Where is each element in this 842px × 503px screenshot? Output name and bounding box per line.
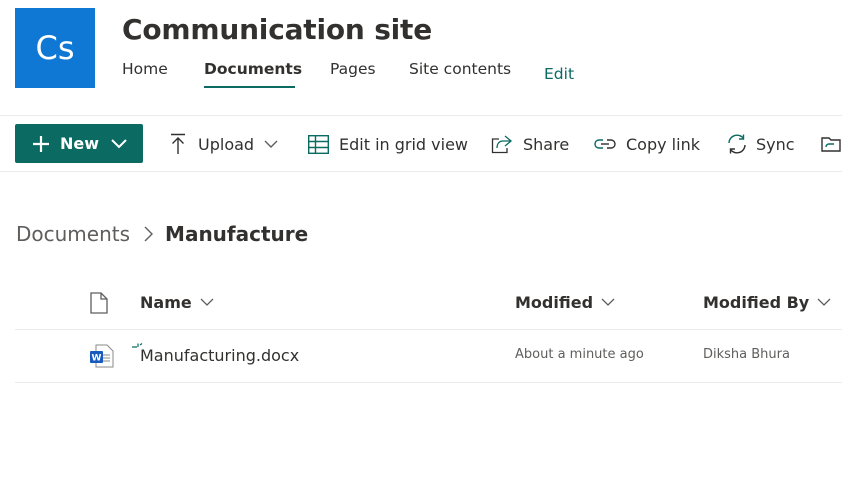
- column-header-name[interactable]: Name: [140, 293, 214, 312]
- site-logo[interactable]: Cs: [15, 8, 95, 88]
- header-divider: [0, 115, 842, 116]
- sync-button[interactable]: Sync: [726, 124, 795, 164]
- sync-icon: [728, 134, 746, 154]
- command-bar-divider: [0, 171, 842, 172]
- share-label: Share: [523, 134, 570, 154]
- column-header-modified[interactable]: Modified: [515, 293, 615, 312]
- nav-item-pages[interactable]: Pages: [330, 60, 376, 78]
- grid-icon: [308, 134, 329, 154]
- nav-active-indicator: [204, 86, 295, 88]
- share-button[interactable]: Share: [491, 124, 569, 164]
- column-modified-by-label: Modified By: [703, 293, 810, 312]
- breadcrumb-documents[interactable]: Documents: [16, 222, 130, 246]
- link-icon: [594, 139, 616, 149]
- overflow-command-button[interactable]: [820, 124, 842, 164]
- nav-edit-link[interactable]: Edit: [544, 65, 574, 83]
- file-type-column-icon[interactable]: [90, 292, 108, 319]
- chevron-down-icon: [601, 298, 615, 306]
- site-logo-initials: Cs: [35, 29, 75, 67]
- nav-item-documents[interactable]: Documents: [204, 60, 302, 78]
- new-button-label: New: [60, 134, 100, 153]
- upload-button[interactable]: Upload: [170, 124, 278, 164]
- list-item[interactable]: W Manufacturing.docx About a minute ago …: [15, 331, 842, 383]
- breadcrumb-current-folder: Manufacture: [165, 222, 309, 246]
- nav-item-home[interactable]: Home: [122, 60, 168, 78]
- edit-grid-view-button[interactable]: Edit in grid view: [308, 124, 468, 164]
- file-modified: About a minute ago: [515, 347, 644, 362]
- column-header-modified-by[interactable]: Modified By: [703, 293, 831, 312]
- chevron-right-icon: [144, 226, 154, 242]
- breadcrumb: Documents Manufacture: [16, 220, 308, 248]
- upload-icon: [171, 133, 185, 154]
- chevron-down-icon: [200, 298, 214, 306]
- file-modified-by[interactable]: Diksha Bhura: [703, 347, 790, 362]
- svg-text:W: W: [92, 354, 102, 364]
- copy-link-label: Copy link: [626, 134, 700, 154]
- onedrive-shortcut-icon: [821, 137, 841, 152]
- column-name-label: Name: [140, 293, 192, 312]
- copy-link-button[interactable]: Copy link: [594, 124, 700, 164]
- plus-icon: [33, 135, 49, 152]
- list-header: Name Modified Modified By: [15, 285, 842, 330]
- column-modified-label: Modified: [515, 293, 594, 312]
- share-icon: [491, 135, 512, 153]
- word-doc-icon: W: [90, 344, 114, 373]
- new-button[interactable]: New: [15, 124, 143, 163]
- site-title[interactable]: Communication site: [122, 13, 432, 46]
- edit-grid-view-label: Edit in grid view: [339, 134, 469, 154]
- file-name-link[interactable]: Manufacturing.docx: [140, 346, 299, 365]
- nav-item-site-contents[interactable]: Site contents: [409, 60, 511, 78]
- chevron-down-icon: [817, 298, 831, 306]
- sync-label: Sync: [756, 134, 795, 154]
- upload-label: Upload: [198, 134, 255, 154]
- chevron-down-icon: [264, 140, 278, 148]
- chevron-down-icon: [111, 138, 127, 148]
